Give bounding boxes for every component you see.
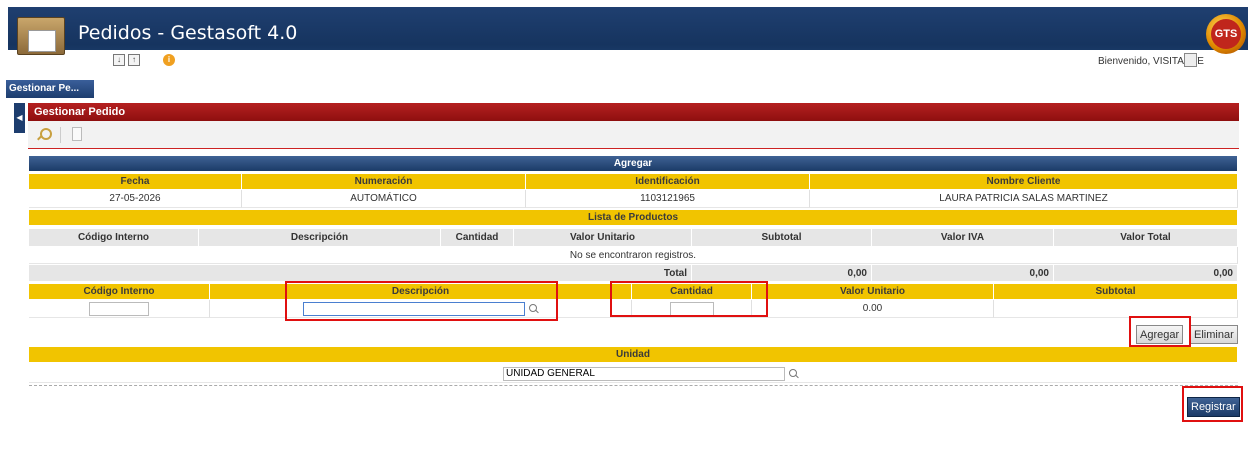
- entry-input-row: 0.00: [29, 300, 1238, 318]
- prod-col-valor-unitario[interactable]: Valor Unitario: [514, 229, 692, 246]
- header-toolbar-band: [8, 50, 1248, 71]
- valor-unitario-value: 0.00: [862, 303, 883, 314]
- order-header-row: Fecha Numeración Identificación Nombre C…: [29, 174, 1238, 189]
- app-window: { "app": {"title": "Pedidos - Gestasoft …: [0, 0, 1254, 463]
- agregar-button[interactable]: Agregar: [1136, 325, 1184, 344]
- gts-badge-icon: GTS: [1206, 14, 1246, 54]
- section-header-agregar: Agregar: [29, 156, 1238, 171]
- app-title: Pedidos - Gestasoft 4.0: [78, 22, 298, 44]
- products-title-row: Lista de Productos: [29, 210, 1238, 225]
- section-title: Agregar: [29, 156, 1238, 171]
- unidad-input-row: [29, 365, 1238, 383]
- logout-icon[interactable]: [1184, 53, 1197, 67]
- unidad-cell: [29, 365, 1238, 383]
- download-icon[interactable]: ↓: [113, 54, 125, 66]
- entry-header-row: Código Interno Descripción Cantidad Valo…: [29, 284, 1238, 299]
- products-empty-row: No se encontraron registros.: [29, 247, 1238, 264]
- total-valor: 0,00: [1054, 265, 1238, 281]
- panel-toolbar: [28, 121, 1239, 149]
- prod-col-valor-iva[interactable]: Valor IVA: [872, 229, 1054, 246]
- upload-icon[interactable]: ↑: [128, 54, 140, 66]
- col-identificacion: Identificación: [526, 174, 810, 189]
- total-subtotal: 0,00: [692, 265, 872, 281]
- order-values-row: 27-05-2026 AUTOMÁTICO 1103121965 LAURA P…: [29, 190, 1238, 208]
- products-title: Lista de Productos: [29, 210, 1238, 225]
- prod-col-cantidad[interactable]: Cantidad: [441, 229, 514, 246]
- prod-col-descripcion[interactable]: Descripción: [199, 229, 441, 246]
- unidad-header: Unidad: [29, 347, 1238, 362]
- descripcion-cell: [210, 300, 632, 318]
- products-header-row: Código Interno Descripción Cantidad Valo…: [29, 229, 1238, 246]
- entry-col-cantidad: Cantidad: [632, 284, 752, 299]
- entry-col-valor-unitario: Valor Unitario: [752, 284, 994, 299]
- empty-message: No se encontraron registros.: [29, 247, 1238, 264]
- eliminar-button[interactable]: Eliminar: [1190, 325, 1238, 344]
- collapse-arrow-icon[interactable]: ◀: [14, 103, 25, 133]
- descripcion-input[interactable]: [302, 301, 525, 316]
- info-icon[interactable]: i: [163, 54, 175, 66]
- gts-badge-label: GTS: [1211, 19, 1241, 49]
- registrar-button[interactable]: Registrar: [1187, 397, 1240, 417]
- panel-title: Gestionar Pedido: [28, 103, 1239, 121]
- search-icon[interactable]: [528, 303, 539, 314]
- col-nombre-cliente: Nombre Cliente: [810, 174, 1238, 189]
- cantidad-input[interactable]: [669, 301, 714, 316]
- prod-col-valor-total[interactable]: Valor Total: [1054, 229, 1238, 246]
- cantidad-cell: [632, 300, 752, 318]
- header-tool-icons: ↓ ↑: [113, 54, 140, 68]
- prod-col-codigo[interactable]: Código Interno: [29, 229, 199, 246]
- nombre-cliente-value: LAURA PATRICIA SALAS MARTINEZ: [810, 190, 1238, 208]
- unidad-input[interactable]: [503, 366, 785, 381]
- toolbar-divider: [60, 127, 61, 143]
- products-total-row: Total 0,00 0,00 0,00: [29, 265, 1238, 281]
- search-icon[interactable]: [36, 128, 52, 142]
- entry-col-codigo: Código Interno: [29, 284, 210, 299]
- codigo-cell: [29, 300, 210, 318]
- valor-unitario-cell: 0.00: [752, 300, 994, 318]
- total-iva: 0,00: [872, 265, 1054, 281]
- identificacion-value: 1103121965: [526, 190, 810, 208]
- numeracion-value: AUTOMÁTICO: [242, 190, 526, 208]
- prod-col-subtotal[interactable]: Subtotal: [692, 229, 872, 246]
- search-icon[interactable]: [789, 368, 799, 379]
- unidad-header-row: Unidad: [29, 347, 1238, 362]
- entry-col-descripcion: Descripción: [210, 284, 632, 299]
- document-icon[interactable]: [72, 127, 82, 141]
- col-numeracion: Numeración: [242, 174, 526, 189]
- col-fecha: Fecha: [29, 174, 242, 189]
- codigo-input[interactable]: [89, 301, 149, 316]
- module-tab-gestionar[interactable]: Gestionar Pe...: [6, 80, 94, 98]
- subtotal-cell: [994, 300, 1238, 318]
- fecha-value: 27-05-2026: [29, 190, 242, 208]
- entry-col-subtotal: Subtotal: [994, 284, 1238, 299]
- total-label: Total: [29, 265, 692, 281]
- section-divider: [29, 385, 1238, 386]
- package-logo-icon: [17, 17, 65, 55]
